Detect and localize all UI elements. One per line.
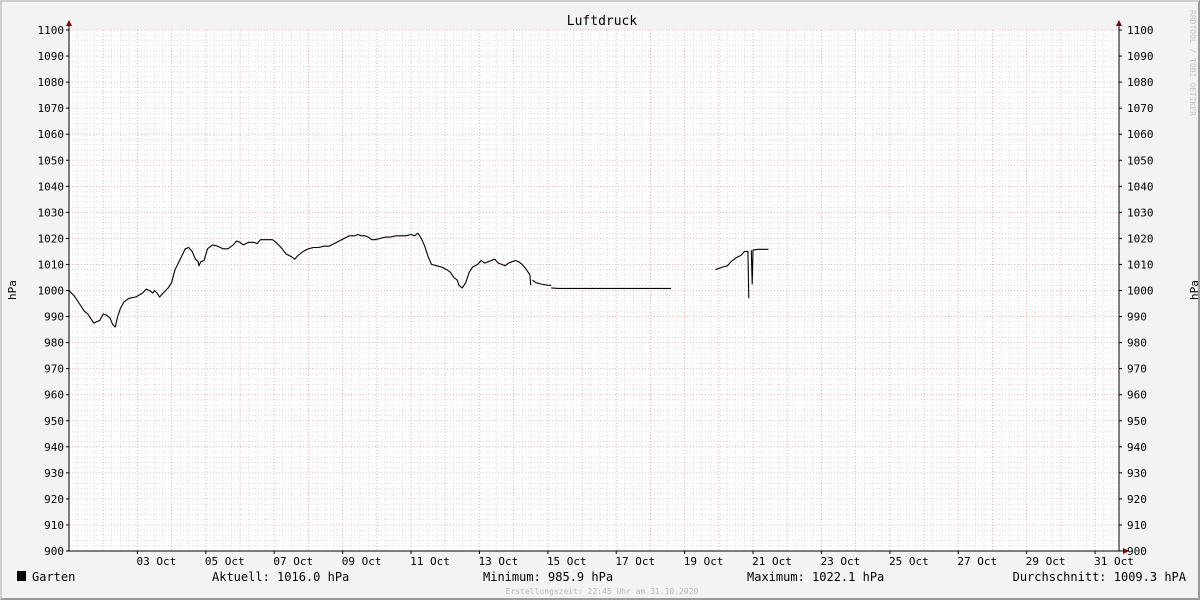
x-tick-label: 09 Oct: [342, 555, 382, 568]
y-tick-label-left: 1060: [38, 128, 65, 141]
y-tick-label-right: 920: [1127, 493, 1147, 506]
y-tick-label-left: 1030: [38, 206, 65, 219]
y-tick-label-right: 1010: [1127, 258, 1154, 271]
y-tick-label-left: 910: [44, 519, 64, 532]
x-tick-label: 03 Oct: [137, 555, 177, 568]
y-tick-label-left: 960: [44, 389, 64, 402]
y-tick-label-left: 940: [44, 441, 64, 454]
y-tick-label-right: 950: [1127, 415, 1147, 428]
y-tick-label-left: 1000: [38, 285, 65, 298]
y-tick-label-right: 960: [1127, 389, 1147, 402]
y-tick-label-left: 1080: [38, 76, 65, 89]
x-tick-label: 31 Oct: [1094, 555, 1134, 568]
x-tick-label: 07 Oct: [273, 555, 313, 568]
y-axis-arrow-left: [66, 20, 72, 26]
y-tick-label-left: 1090: [38, 50, 65, 63]
x-tick-label: 17 Oct: [615, 555, 655, 568]
y-tick-label-left: 930: [44, 467, 64, 480]
y-tick-label-left: 970: [44, 363, 64, 376]
y-tick-label-right: 1000: [1127, 285, 1154, 298]
y-tick-label-left: 920: [44, 493, 64, 506]
y-tick-label-right: 940: [1127, 441, 1147, 454]
x-tick-label: 25 Oct: [889, 555, 929, 568]
y-tick-label-left: 1020: [38, 232, 65, 245]
watermark: RRDTOOL / TOBI OETIKER: [1188, 10, 1197, 116]
y-axis-label-right: hPa: [1188, 280, 1200, 300]
x-tick-labels: 03 Oct 05 Oct 07 Oct 09 Oct 11 Oct 13 Oct 15 O…: [137, 555, 1134, 568]
y-tick-label-left: 1040: [38, 180, 65, 193]
y-tick-label-left: 1010: [38, 258, 65, 271]
y-tick-label-right: 1090: [1127, 50, 1154, 63]
y-tick-label-right: 1100: [1127, 24, 1154, 37]
stat-minimum: Minimum: 985.9 hPa: [483, 570, 613, 584]
creation-time: Erstellungszeit: 22:45 Uhr am 31.10.2020: [506, 587, 699, 596]
y-tick-label-right: 970: [1127, 363, 1147, 376]
y-tick-label-right: 1070: [1127, 102, 1154, 115]
y-axis-label-left: hPa: [6, 280, 19, 300]
x-tick-label: 21 Oct: [752, 555, 792, 568]
x-tick-label: 27 Oct: [957, 555, 997, 568]
x-tick-label: 23 Oct: [821, 555, 861, 568]
x-tick-label: 11 Oct: [410, 555, 450, 568]
chart-title: Luftdruck: [567, 14, 638, 29]
y-tick-label-right: 1060: [1127, 128, 1154, 141]
x-tick-label: 15 Oct: [547, 555, 587, 568]
pressure-chart: 900 910 920 930 940 950 960 970 980 990 1000 1010 10…: [6, 10, 1200, 596]
x-tick-label: 05 Oct: [205, 555, 245, 568]
series-line-garten: [551, 287, 671, 289]
stat-current: Aktuell: 1016.0 hPa: [212, 570, 349, 584]
y-tick-label-right: 930: [1127, 467, 1147, 480]
y-tick-label-left: 990: [44, 311, 64, 324]
y-axis-arrow-right: [1116, 20, 1122, 26]
y-tick-label-right: 980: [1127, 337, 1147, 350]
x-tick-label: 29 Oct: [1026, 555, 1066, 568]
y-tick-labels-right: 9009109209309409509609709809901000101010…: [1127, 24, 1154, 558]
y-tick-label-right: 1080: [1127, 76, 1154, 89]
y-tick-label-left: 950: [44, 415, 64, 428]
y-tick-label-right: 990: [1127, 311, 1147, 324]
y-tick-label-left: 1070: [38, 102, 65, 115]
y-tick-label-left: 980: [44, 337, 64, 350]
legend-label-garten: Garten: [32, 570, 75, 584]
y-tick-label-right: 1020: [1127, 232, 1154, 245]
x-tick-label: 19 Oct: [684, 555, 724, 568]
y-tick-label-left: 900: [44, 545, 64, 558]
y-tick-label-right: 910: [1127, 519, 1147, 532]
y-tick-labels-left: 900 910 920 930 940 950 960 970 980 990 1000 1010 10…: [38, 24, 65, 558]
chart-frame: 900 910 920 930 940 950 960 970 980 990 1000 1010 10…: [0, 0, 1200, 600]
legend-swatch-garten: [17, 571, 26, 581]
stat-average: Durchschnitt: 1009.3 hPA: [1013, 570, 1187, 584]
y-tick-label-right: 1030: [1127, 206, 1154, 219]
y-tick-label-right: 1050: [1127, 154, 1154, 167]
y-tick-label-right: 1040: [1127, 180, 1154, 193]
x-tick-label: 13 Oct: [479, 555, 519, 568]
y-tick-label-left: 1100: [38, 24, 65, 37]
y-tick-label-left: 1050: [38, 154, 65, 167]
stat-maximum: Maximum: 1022.1 hPa: [747, 570, 884, 584]
